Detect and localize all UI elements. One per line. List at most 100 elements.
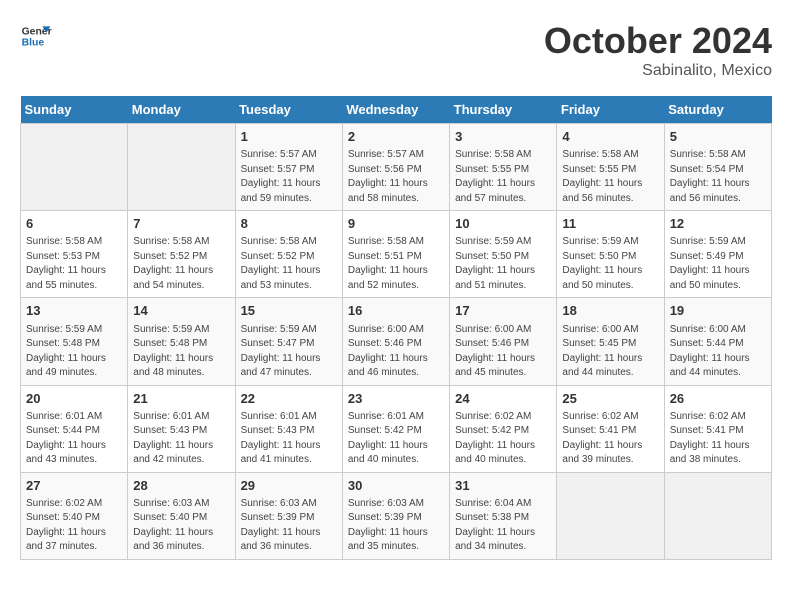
calendar-cell: 20Sunrise: 6:01 AM Sunset: 5:44 PM Dayli… bbox=[21, 385, 128, 472]
page-header: General Blue October 2024 Sabinalito, Me… bbox=[20, 20, 772, 80]
day-info: Sunrise: 6:01 AM Sunset: 5:43 PM Dayligh… bbox=[241, 410, 337, 468]
calendar-cell: 8 Sunrise: 5:58 AM Sunset: 5:52 PM Daylig… bbox=[235, 211, 342, 298]
header-cell-saturday: Saturday bbox=[664, 96, 771, 124]
calendar-cell: 1Sunrise: 5:57 AM Sunset: 5:57 PM Daylig… bbox=[235, 124, 342, 211]
day-number: 9 bbox=[348, 215, 444, 233]
day-info: Sunrise: 6:02 AM Sunset: 5:42 PM Dayligh… bbox=[455, 410, 551, 468]
day-number: 14 bbox=[133, 302, 229, 320]
calendar-cell: 28 Sunrise: 6:03 AM Sunset: 5:40 PM Dayli… bbox=[128, 472, 235, 559]
day-number: 28 bbox=[133, 477, 229, 495]
day-info: Sunrise: 5:58 AM Sunset: 5:54 PM Dayligh… bbox=[670, 148, 766, 206]
header-cell-friday: Friday bbox=[557, 96, 664, 124]
day-info: Sunrise: 6:04 AM Sunset: 5:38 PM Dayligh… bbox=[455, 497, 551, 555]
day-number: 26 bbox=[670, 390, 766, 408]
day-number: 18 bbox=[562, 302, 658, 320]
calendar-week-4: 20Sunrise: 6:01 AM Sunset: 5:44 PM Dayli… bbox=[21, 385, 772, 472]
calendar-cell bbox=[664, 472, 771, 559]
day-number: 24 bbox=[455, 390, 551, 408]
day-info: Sunrise: 5:58 AM Sunset: 5:55 PM Dayligh… bbox=[455, 148, 551, 206]
day-number: 22 bbox=[241, 390, 337, 408]
day-info: Sunrise: 6:03 AM Sunset: 5:40 PM Dayligh… bbox=[133, 497, 229, 555]
day-info: Sunrise: 6:03 AM Sunset: 5:39 PM Dayligh… bbox=[348, 497, 444, 555]
calendar-cell: 7 Sunrise: 5:58 AM Sunset: 5:52 PM Daylig… bbox=[128, 211, 235, 298]
svg-text:Blue: Blue bbox=[22, 38, 45, 49]
calendar-cell: 13 Sunrise: 5:59 AM Sunset: 5:48 PM Dayli… bbox=[21, 298, 128, 385]
day-info: Sunrise: 5:59 AM Sunset: 5:48 PM Dayligh… bbox=[26, 323, 122, 381]
calendar-cell: 14Sunrise: 5:59 AM Sunset: 5:48 PM Dayli… bbox=[128, 298, 235, 385]
calendar-cell: 4Sunrise: 5:58 AM Sunset: 5:55 PM Daylig… bbox=[557, 124, 664, 211]
logo: General Blue bbox=[20, 20, 52, 52]
calendar-cell: 27 Sunrise: 6:02 AM Sunset: 5:40 PM Dayli… bbox=[21, 472, 128, 559]
day-info: Sunrise: 5:58 AM Sunset: 5:51 PM Dayligh… bbox=[348, 235, 444, 293]
calendar-cell bbox=[21, 124, 128, 211]
header-cell-wednesday: Wednesday bbox=[342, 96, 449, 124]
day-info: Sunrise: 6:03 AM Sunset: 5:39 PM Dayligh… bbox=[241, 497, 337, 555]
calendar-cell: 11 Sunrise: 5:59 AM Sunset: 5:50 PM Dayli… bbox=[557, 211, 664, 298]
day-number: 17 bbox=[455, 302, 551, 320]
day-number: 16 bbox=[348, 302, 444, 320]
calendar-cell: 26 Sunrise: 6:02 AM Sunset: 5:41 PM Dayli… bbox=[664, 385, 771, 472]
day-number: 19 bbox=[670, 302, 766, 320]
calendar-cell: 17 Sunrise: 6:00 AM Sunset: 5:46 PM Dayli… bbox=[450, 298, 557, 385]
header-cell-monday: Monday bbox=[128, 96, 235, 124]
day-number: 25 bbox=[562, 390, 658, 408]
day-number: 15 bbox=[241, 302, 337, 320]
day-number: 7 bbox=[133, 215, 229, 233]
day-info: Sunrise: 5:59 AM Sunset: 5:47 PM Dayligh… bbox=[241, 323, 337, 381]
day-info: Sunrise: 6:00 AM Sunset: 5:45 PM Dayligh… bbox=[562, 323, 658, 381]
day-number: 12 bbox=[670, 215, 766, 233]
month-title: October 2024 bbox=[544, 20, 772, 62]
calendar-cell: 10 Sunrise: 5:59 AM Sunset: 5:50 PM Dayli… bbox=[450, 211, 557, 298]
day-number: 11 bbox=[562, 215, 658, 233]
day-number: 20 bbox=[26, 390, 122, 408]
header-cell-thursday: Thursday bbox=[450, 96, 557, 124]
day-info: Sunrise: 5:58 AM Sunset: 5:52 PM Dayligh… bbox=[241, 235, 337, 293]
calendar-cell bbox=[128, 124, 235, 211]
calendar-cell: 30 Sunrise: 6:03 AM Sunset: 5:39 PM Dayli… bbox=[342, 472, 449, 559]
header-cell-sunday: Sunday bbox=[21, 96, 128, 124]
day-info: Sunrise: 6:00 AM Sunset: 5:46 PM Dayligh… bbox=[455, 323, 551, 381]
day-number: 10 bbox=[455, 215, 551, 233]
day-info: Sunrise: 5:57 AM Sunset: 5:57 PM Dayligh… bbox=[241, 148, 337, 206]
day-number: 13 bbox=[26, 302, 122, 320]
day-info: Sunrise: 5:57 AM Sunset: 5:56 PM Dayligh… bbox=[348, 148, 444, 206]
day-number: 29 bbox=[241, 477, 337, 495]
title-block: October 2024 Sabinalito, Mexico bbox=[544, 20, 772, 80]
day-info: Sunrise: 5:58 AM Sunset: 5:53 PM Dayligh… bbox=[26, 235, 122, 293]
calendar-header-row: SundayMondayTuesdayWednesdayThursdayFrid… bbox=[21, 96, 772, 124]
calendar-cell: 29 Sunrise: 6:03 AM Sunset: 5:39 PM Dayli… bbox=[235, 472, 342, 559]
day-info: Sunrise: 6:00 AM Sunset: 5:44 PM Dayligh… bbox=[670, 323, 766, 381]
calendar-cell: 21Sunrise: 6:01 AM Sunset: 5:43 PM Dayli… bbox=[128, 385, 235, 472]
day-number: 27 bbox=[26, 477, 122, 495]
location-subtitle: Sabinalito, Mexico bbox=[544, 62, 772, 80]
day-info: Sunrise: 5:58 AM Sunset: 5:55 PM Dayligh… bbox=[562, 148, 658, 206]
day-info: Sunrise: 5:58 AM Sunset: 5:52 PM Dayligh… bbox=[133, 235, 229, 293]
calendar-cell: 25Sunrise: 6:02 AM Sunset: 5:41 PM Dayli… bbox=[557, 385, 664, 472]
day-info: Sunrise: 5:59 AM Sunset: 5:50 PM Dayligh… bbox=[562, 235, 658, 293]
day-number: 8 bbox=[241, 215, 337, 233]
calendar-cell: 31Sunrise: 6:04 AM Sunset: 5:38 PM Dayli… bbox=[450, 472, 557, 559]
logo-icon: General Blue bbox=[20, 20, 52, 52]
header-cell-tuesday: Tuesday bbox=[235, 96, 342, 124]
calendar-week-3: 13 Sunrise: 5:59 AM Sunset: 5:48 PM Dayli… bbox=[21, 298, 772, 385]
day-number: 23 bbox=[348, 390, 444, 408]
calendar-cell: 5Sunrise: 5:58 AM Sunset: 5:54 PM Daylig… bbox=[664, 124, 771, 211]
calendar-week-5: 27 Sunrise: 6:02 AM Sunset: 5:40 PM Dayli… bbox=[21, 472, 772, 559]
day-number: 30 bbox=[348, 477, 444, 495]
day-info: Sunrise: 6:02 AM Sunset: 5:40 PM Dayligh… bbox=[26, 497, 122, 555]
calendar-cell: 6 Sunrise: 5:58 AM Sunset: 5:53 PM Daylig… bbox=[21, 211, 128, 298]
day-info: Sunrise: 5:59 AM Sunset: 5:49 PM Dayligh… bbox=[670, 235, 766, 293]
calendar-cell bbox=[557, 472, 664, 559]
calendar-body: 1Sunrise: 5:57 AM Sunset: 5:57 PM Daylig… bbox=[21, 124, 772, 560]
calendar-table: SundayMondayTuesdayWednesdayThursdayFrid… bbox=[20, 96, 772, 560]
day-info: Sunrise: 6:01 AM Sunset: 5:42 PM Dayligh… bbox=[348, 410, 444, 468]
day-info: Sunrise: 5:59 AM Sunset: 5:50 PM Dayligh… bbox=[455, 235, 551, 293]
calendar-week-2: 6 Sunrise: 5:58 AM Sunset: 5:53 PM Daylig… bbox=[21, 211, 772, 298]
calendar-week-1: 1Sunrise: 5:57 AM Sunset: 5:57 PM Daylig… bbox=[21, 124, 772, 211]
calendar-cell: 16Sunrise: 6:00 AM Sunset: 5:46 PM Dayli… bbox=[342, 298, 449, 385]
day-info: Sunrise: 6:02 AM Sunset: 5:41 PM Dayligh… bbox=[670, 410, 766, 468]
calendar-cell: 22 Sunrise: 6:01 AM Sunset: 5:43 PM Dayli… bbox=[235, 385, 342, 472]
day-number: 6 bbox=[26, 215, 122, 233]
day-number: 2 bbox=[348, 128, 444, 146]
day-number: 21 bbox=[133, 390, 229, 408]
